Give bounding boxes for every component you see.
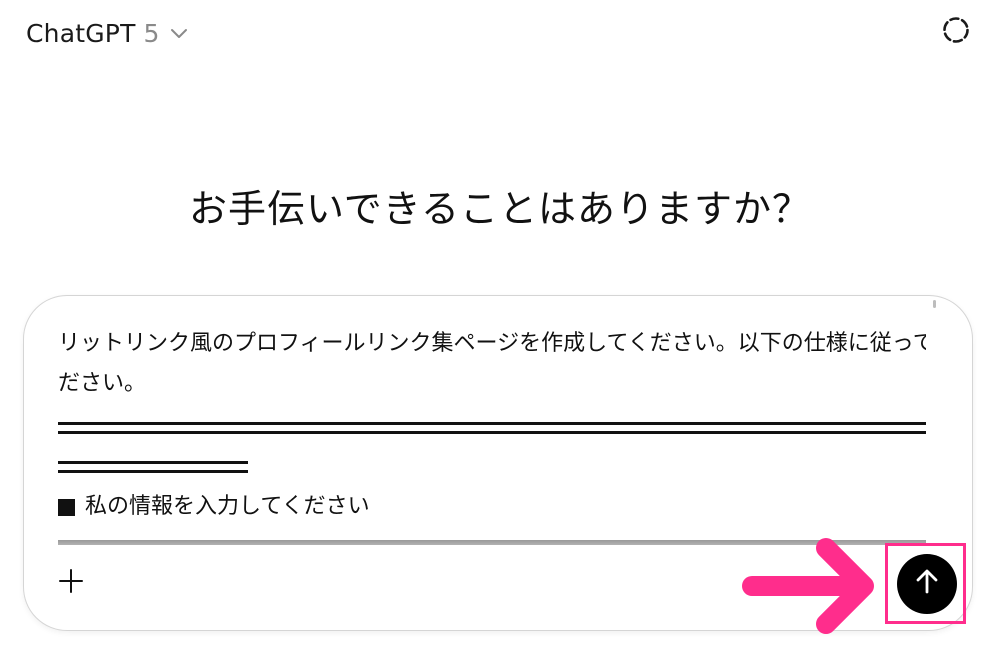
model-switcher[interactable]: ChatGPT 5 (26, 14, 189, 52)
prompt-text-line-2: ださい。 (58, 371, 147, 396)
divider-double (58, 422, 926, 434)
temporary-chat-button[interactable] (938, 14, 974, 50)
bullet-square-icon (58, 498, 75, 516)
page-title: お手伝いできることはありますか？ (188, 187, 812, 231)
send-button[interactable] (897, 554, 957, 614)
dashed-circle-icon (941, 15, 971, 49)
model-name: ChatGPT (26, 18, 136, 48)
plus-icon (58, 568, 84, 598)
prompt-text-line-1: リットリンク風のプロフィールリンク集ページを作成してください。以下の仕様に従って… (58, 331, 926, 356)
divider-double-short (58, 461, 248, 473)
add-attachment-button[interactable] (56, 568, 86, 598)
model-version: 5 (143, 18, 160, 48)
prompt-input[interactable]: リットリンク風のプロフィールリンク集ページを作成してください。以下の仕様に従って… (58, 324, 926, 554)
annotation-right-arrow-icon (742, 538, 880, 634)
section-heading: 私の情報を入力してください (58, 487, 926, 527)
chevron-down-icon (169, 26, 189, 40)
scrollbar[interactable] (933, 300, 936, 308)
section-heading-label: 私の情報を入力してください (85, 494, 370, 519)
chat-page: ChatGPT 5 お手伝いできることはありますか？ リットリンク風のプロフィー… (0, 0, 1000, 668)
arrow-up-icon (914, 568, 940, 600)
